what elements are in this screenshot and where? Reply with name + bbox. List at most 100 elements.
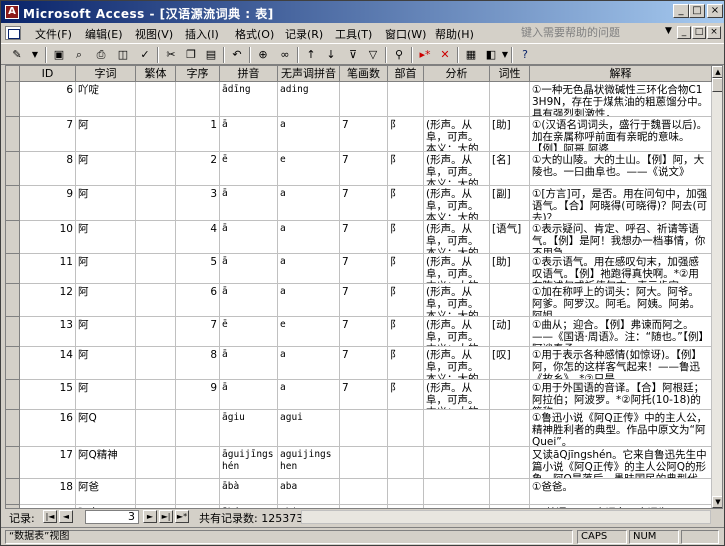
undo-icon[interactable]: ↶ [229, 47, 245, 63]
cell-pinyin[interactable]: āguijīngshén [220, 447, 278, 479]
scroll-down-icon[interactable]: ▼ [712, 496, 722, 508]
cell-pos[interactable] [490, 284, 530, 317]
menu-file[interactable]: 文件(F) [35, 26, 72, 42]
cell-explanation[interactable]: ①用于表示各种感情(如惊讶)。【例】阿，你怎的这样客气起来！——鲁迅《故乡》。*… [530, 347, 712, 380]
menu-edit[interactable]: 编辑(E) [85, 26, 123, 42]
cell-analysis[interactable] [424, 479, 490, 505]
cell-explanation[interactable]: ①曲从；迎合。【例】弗谏而阿之。——《国语·周语》。注：“随也。”【例】阿谀奉承 [530, 317, 712, 347]
cell-explanation[interactable]: ①鲁迅小说《阿Q正传》中的主人公，精神胜利者的典型。作品中原文为“阿Quei”。 [530, 410, 712, 447]
cell-pos[interactable] [490, 447, 530, 479]
filter-form-icon[interactable]: ▽ [365, 47, 381, 63]
cell-toneless-pinyin[interactable]: ading [278, 82, 340, 117]
cell-pos[interactable] [490, 380, 530, 410]
cell-explanation[interactable]: ①爸爸。 [530, 479, 712, 505]
cell-strokes[interactable]: 7 [340, 117, 388, 152]
cell-analysis[interactable]: (形声。从阜，可声。本义：大的 [424, 317, 490, 347]
cell-pinyin[interactable]: ā [220, 117, 278, 152]
row-selector[interactable] [6, 347, 20, 380]
cell-explanation[interactable]: ①表示语气。用在感叹句末，加强感叹语气。【例】祂跑得真快啊。*②用在陈述句或祈使… [530, 254, 712, 284]
cell-id[interactable]: 15 [20, 380, 76, 410]
cell-pinyin[interactable]: ē [220, 317, 278, 347]
cell-radical[interactable]: 阝 [388, 380, 424, 410]
cell-explanation[interactable]: ①加在称呼上的词头：阿大。阿爷。阿爹。阿罗汉。阿毛。阿姨。阿弟。阿姐。 [530, 284, 712, 317]
cell-pinyin[interactable]: ā [220, 380, 278, 410]
cell-radical[interactable]: 阝 [388, 152, 424, 186]
new-record-nav-button[interactable]: ►* [175, 510, 189, 523]
cell-word[interactable]: 吖啶 [76, 82, 136, 117]
table-window-icon[interactable] [5, 26, 21, 40]
print-icon[interactable]: ⎙ [93, 47, 109, 63]
row-selector[interactable] [6, 380, 20, 410]
menu-insert[interactable]: 插入(I) [185, 26, 219, 42]
cell-word[interactable]: 阿 [76, 152, 136, 186]
column-header-explanation[interactable]: 解释 [530, 66, 712, 82]
column-header-radical[interactable]: 部首 [388, 66, 424, 82]
cell-explanation[interactable]: ①(汉语名词词头，盛行于魏晋以后)。加在亲属称呼前面有亲昵的意味。【例】阿哥 阿… [530, 117, 712, 152]
row-selector[interactable] [6, 82, 20, 117]
cell-radical[interactable]: 阝 [388, 221, 424, 254]
cell-traditional[interactable] [136, 117, 176, 152]
help-dropdown-icon[interactable]: ▼ [665, 26, 672, 36]
search-file-icon[interactable]: ⌕ [71, 47, 87, 63]
row-selector[interactable] [6, 317, 20, 347]
cell-explanation[interactable]: ①用于外国语的音译。【合】阿根廷；阿拉伯；阿波罗。*②阿托(10-18)的简称。 [530, 380, 712, 410]
cell-id[interactable]: 10 [20, 221, 76, 254]
cell-toneless-pinyin[interactable]: a [278, 186, 340, 221]
cell-pos[interactable]: [名] [490, 152, 530, 186]
cell-strokes[interactable]: 7 [340, 221, 388, 254]
column-header-word[interactable]: 字词 [76, 66, 136, 82]
cell-traditional[interactable] [136, 221, 176, 254]
cell-toneless-pinyin[interactable]: aguijingshen [278, 447, 340, 479]
cell-traditional[interactable] [136, 410, 176, 447]
cell-id[interactable]: 17 [20, 447, 76, 479]
cut-icon[interactable]: ✂ [163, 47, 179, 63]
hyperlink-icon[interactable]: ∞ [277, 47, 293, 63]
scroll-thumb[interactable] [712, 78, 722, 92]
cell-strokes[interactable] [340, 82, 388, 117]
cell-toneless-pinyin[interactable]: a [278, 347, 340, 380]
cell-pinyin[interactable]: ē [220, 152, 278, 186]
cell-traditional[interactable] [136, 317, 176, 347]
cell-explanation[interactable]: ①大的山陵。大的土山。【例】阿，大陵也。一曰曲阜也。——《说文》 [530, 152, 712, 186]
cell-pinyin[interactable]: ādīng [220, 82, 278, 117]
next-record-button[interactable]: ► [143, 510, 157, 523]
cell-order[interactable]: 9 [176, 380, 220, 410]
column-header-id[interactable]: ID [20, 66, 76, 82]
cell-radical[interactable]: 阝 [388, 186, 424, 221]
cell-analysis[interactable] [424, 447, 490, 479]
grid-corner[interactable] [6, 66, 20, 82]
sort-asc-icon[interactable]: ↑ [303, 47, 319, 63]
cell-radical[interactable] [388, 410, 424, 447]
row-selector[interactable] [6, 221, 20, 254]
cell-pinyin[interactable]: ā [220, 221, 278, 254]
cell-order[interactable]: 8 [176, 347, 220, 380]
prev-record-button[interactable]: ◄ [59, 510, 73, 523]
cell-pos[interactable]: [叹] [490, 347, 530, 380]
cell-analysis[interactable] [424, 82, 490, 117]
cell-radical[interactable]: 阝 [388, 117, 424, 152]
cell-order[interactable] [176, 447, 220, 479]
filter-selection-icon[interactable]: ⊽ [345, 47, 361, 63]
cell-order[interactable]: 4 [176, 221, 220, 254]
cell-pos[interactable]: [语气] [490, 221, 530, 254]
cell-order[interactable] [176, 410, 220, 447]
cell-toneless-pinyin[interactable]: e [278, 152, 340, 186]
cell-id[interactable]: 6 [20, 82, 76, 117]
view-design-icon[interactable]: ✎ [9, 47, 25, 63]
menu-format[interactable]: 格式(O) [235, 26, 274, 42]
cell-id[interactable]: 18 [20, 479, 76, 505]
insert-hyperlink-icon[interactable]: ⊕ [255, 47, 271, 63]
cell-analysis[interactable]: (形声。从阜，可声。本义：大的 [424, 254, 490, 284]
column-header-pinyin[interactable]: 拼音 [220, 66, 278, 82]
cell-id[interactable]: 13 [20, 317, 76, 347]
cell-traditional[interactable] [136, 186, 176, 221]
cell-traditional[interactable] [136, 479, 176, 505]
cell-toneless-pinyin[interactable]: aba [278, 479, 340, 505]
cell-explanation[interactable]: ①一种无色晶状微碱性三环化合物C13H9N，存在于煤焦油的粗蒽馏分中。具有强烈刺… [530, 82, 712, 117]
delete-record-icon[interactable]: ✕ [437, 47, 453, 63]
column-header-order[interactable]: 字序 [176, 66, 220, 82]
cell-strokes[interactable]: 7 [340, 254, 388, 284]
cell-analysis[interactable]: (形声。从阜，可声。本义：大的 [424, 284, 490, 317]
cell-pinyin[interactable]: ā [220, 186, 278, 221]
sort-desc-icon[interactable]: ↓ [323, 47, 339, 63]
